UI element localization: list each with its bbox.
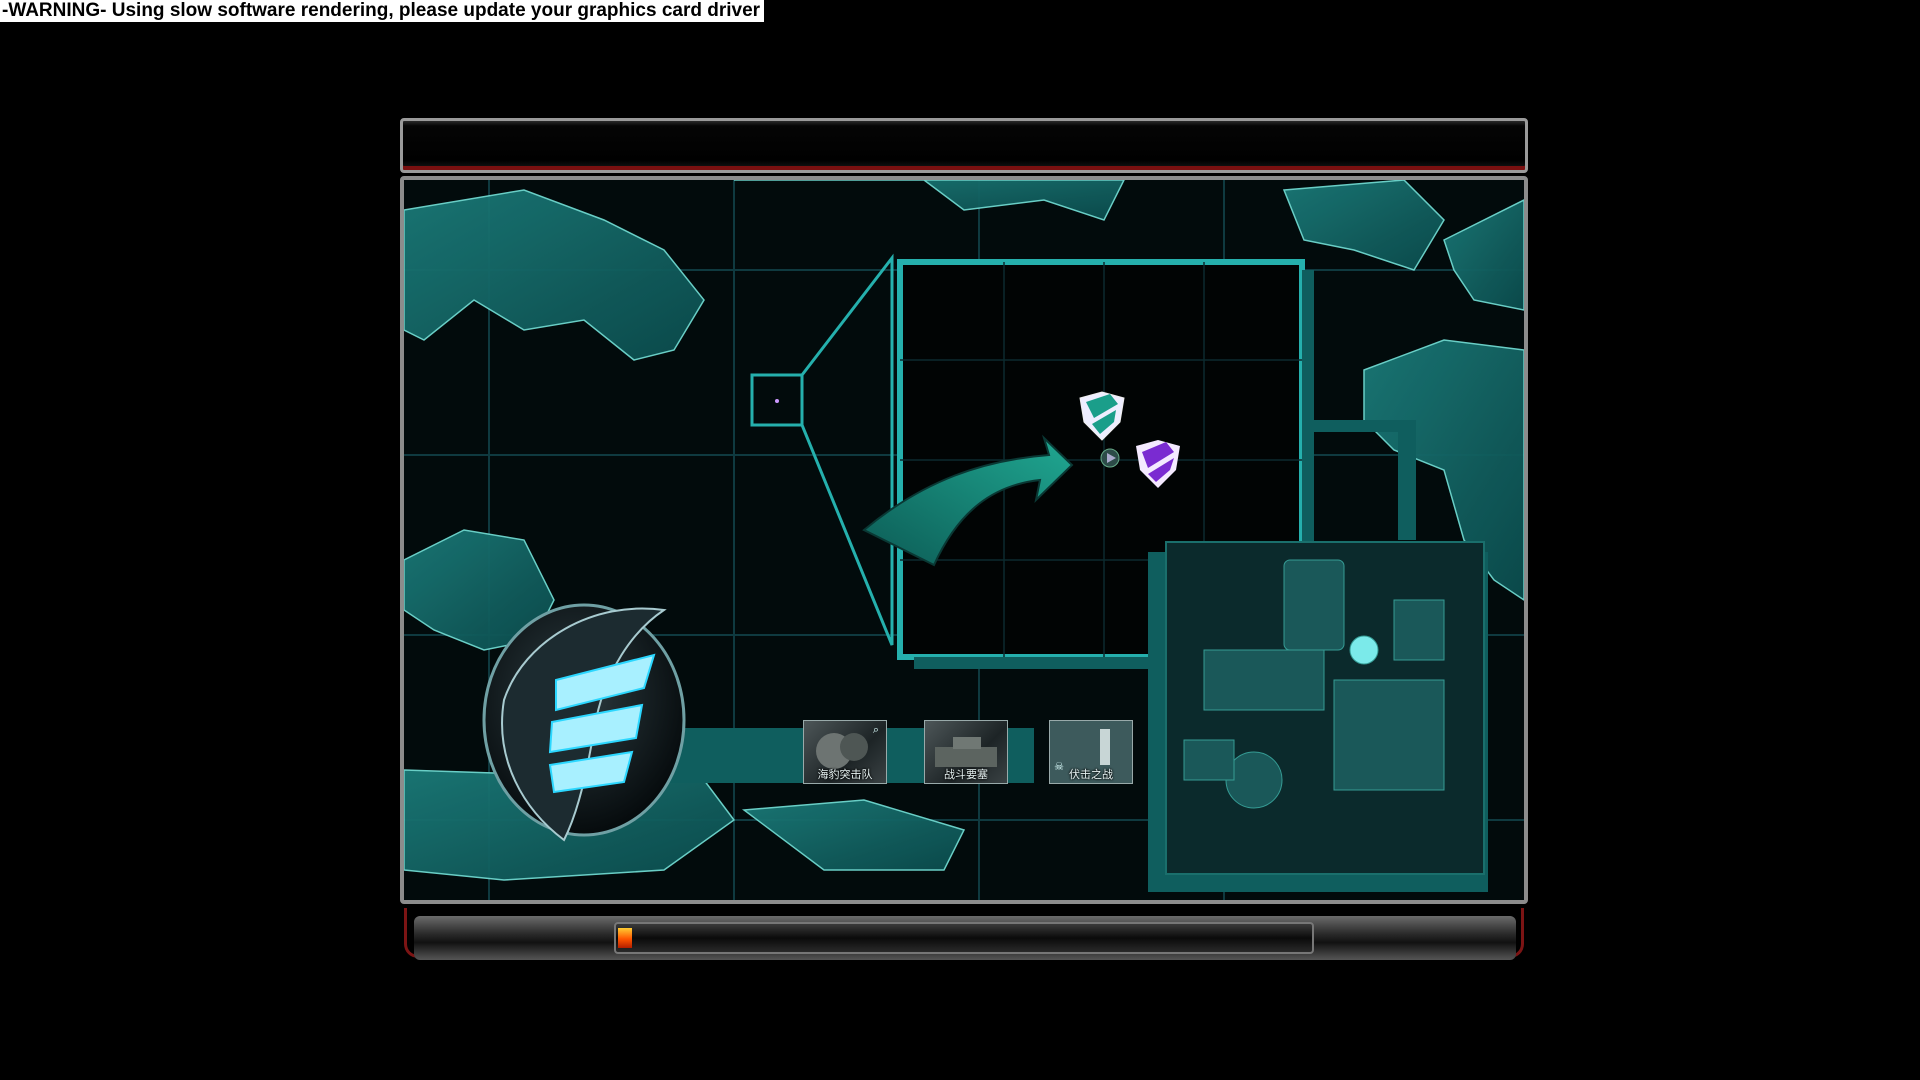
magnifier-icon: ⌕ [872, 724, 880, 736]
world-map-screen [400, 176, 1528, 904]
mission-card-seal-team[interactable]: ⌕ 海豹突击队 [803, 720, 887, 784]
mission-card-label: 伏击之战 [1069, 768, 1113, 781]
mission-card-battle-fortress[interactable]: 战斗要塞 [924, 720, 1008, 784]
briefing-title-bar [400, 118, 1528, 173]
world-map [404, 180, 1524, 900]
loading-progress-fill [618, 928, 632, 948]
zoom-connector [800, 253, 894, 646]
mission-card-label: 海豹突击队 [817, 768, 873, 781]
mission-card-ambush[interactable]: ☠ 伏击之战 [1049, 720, 1133, 784]
loading-progress-bar [614, 922, 1314, 954]
mission-card-label: 战斗要塞 [944, 768, 988, 781]
software-rendering-warning: -WARNING- Using slow software rendering,… [0, 0, 765, 22]
